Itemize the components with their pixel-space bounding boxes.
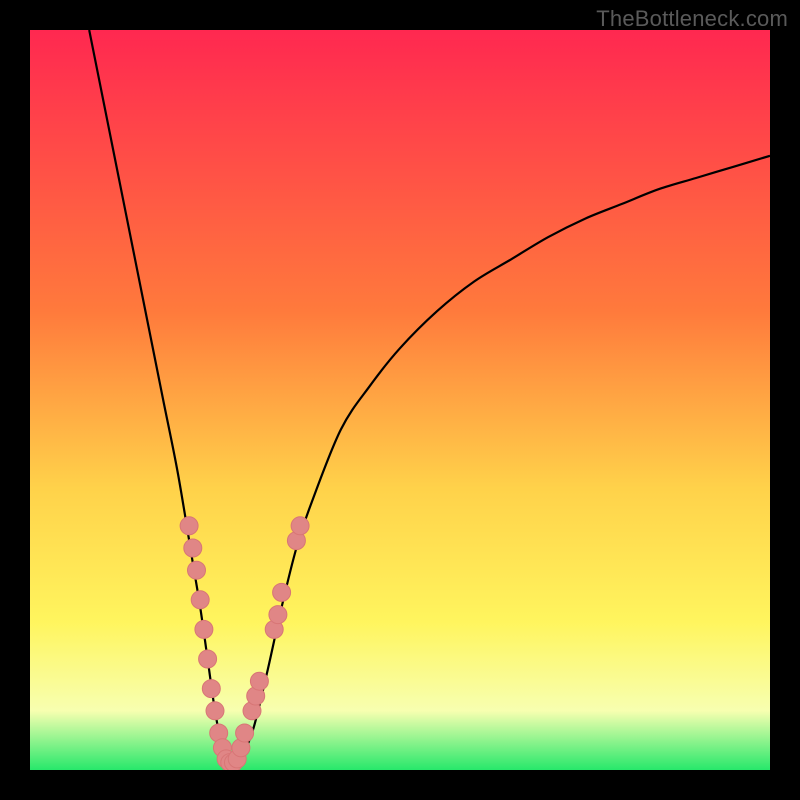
data-marker: [236, 724, 254, 742]
data-marker: [269, 606, 287, 624]
data-marker: [180, 517, 198, 535]
data-marker: [202, 680, 220, 698]
data-marker: [206, 702, 224, 720]
data-marker: [291, 517, 309, 535]
bottleneck-chart: [30, 30, 770, 770]
data-marker: [188, 561, 206, 579]
data-marker: [199, 650, 217, 668]
data-marker: [195, 620, 213, 638]
data-marker: [191, 591, 209, 609]
data-marker: [273, 583, 291, 601]
watermark-text: TheBottleneck.com: [596, 6, 788, 32]
data-marker: [184, 539, 202, 557]
data-marker: [250, 672, 268, 690]
gradient-background: [30, 30, 770, 770]
chart-frame: [30, 30, 770, 770]
